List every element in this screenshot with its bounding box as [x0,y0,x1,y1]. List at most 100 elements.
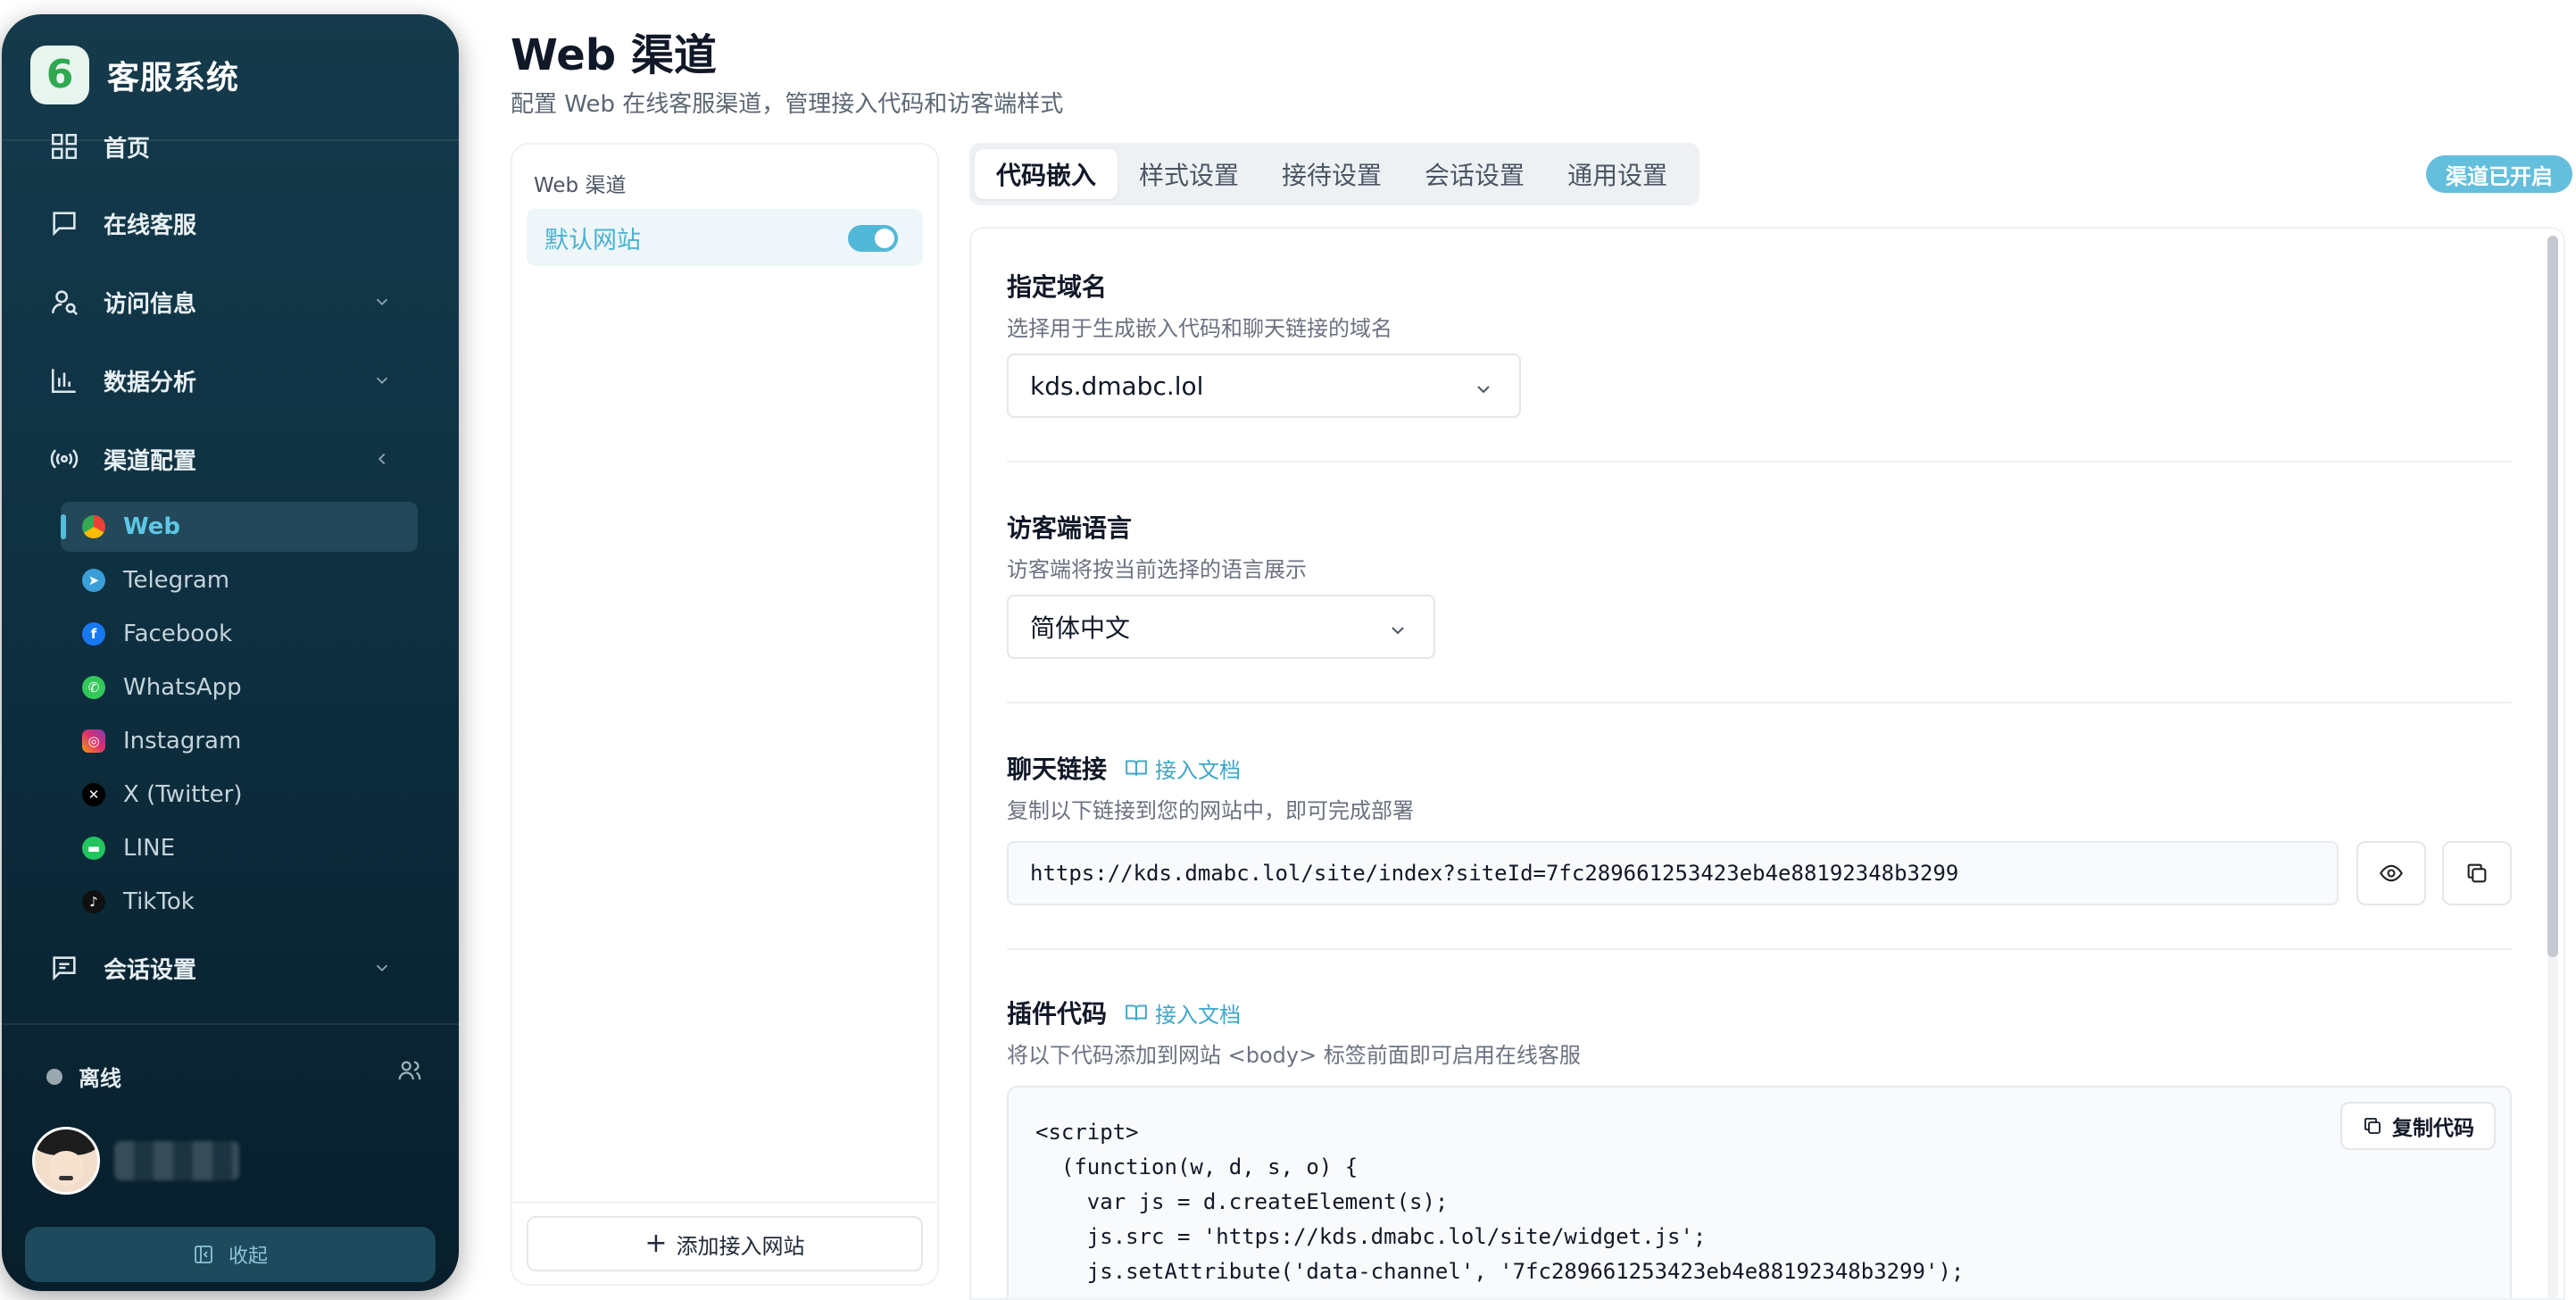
channel-label: Facebook [123,621,233,647]
site-list-panel: Web 渠道 默认网站 + 添加接入网站 [511,143,939,1286]
copy-icon [2364,1118,2381,1134]
language-section-desc: 访客端将按当前选择的语言展示 [1007,557,1307,582]
section-divider [1007,461,2512,462]
add-site-button[interactable]: + 添加接入网站 [527,1216,923,1271]
channel-item-tiktok[interactable]: ♪ TikTok [61,877,418,927]
message-lines-icon [46,950,82,986]
chrome-icon [82,515,105,538]
domain-section-title: 指定域名 [1007,268,1107,304]
plugin-code-section-desc: 将以下代码添加到网站 <body> 标签前面即可启用在线客服 [1007,1043,1581,1068]
line-icon: ▬ [82,837,105,860]
domain-select[interactable]: kds.dmabc.lol [1007,354,1521,418]
nav-item-visitor[interactable]: 访问信息 [2,271,459,332]
domain-section-desc: 选择用于生成嵌入代码和聊天链接的域名 [1007,316,1392,341]
doc-link-label: 接入文档 [1155,757,1242,783]
chevron-down-icon [370,289,395,314]
whatsapp-icon: ✆ [82,676,105,699]
chat-link-section-desc: 复制以下链接到您的网站中，即可完成部署 [1007,798,1414,823]
site-panel-divider [512,1202,937,1204]
add-site-label: 添加接入网站 [676,1233,805,1259]
collapse-label: 收起 [228,1246,268,1268]
domain-select-value: kds.dmabc.lol [1030,371,1204,401]
tab-code-embed[interactable]: 代码嵌入 [975,149,1118,199]
channel-item-whatsapp[interactable]: ✆ WhatsApp [61,662,418,712]
channel-label: Telegram [123,567,230,594]
channel-label: Web [123,513,180,540]
instagram-icon: ◎ [82,729,105,753]
bar-chart-icon [46,362,82,398]
channel-label: Instagram [123,728,242,754]
sidebar-divider [2,1023,459,1025]
language-section-title: 访客端语言 [1007,509,1132,545]
collapse-sidebar-button[interactable]: 收起 [25,1227,436,1282]
chat-link-title-text: 聊天链接 [1007,754,1108,784]
avatar[interactable] [32,1127,100,1195]
nav-item-session[interactable]: 会话设置 [2,938,459,998]
copy-link-button[interactable] [2442,841,2512,905]
site-panel-title: Web 渠道 [534,174,627,197]
book-icon [1126,760,1147,776]
tab-reception[interactable]: 接待设置 [1260,149,1403,199]
code-embed-panel: 指定域名 选择用于生成嵌入代码和聊天链接的域名 kds.dmabc.lol 访客… [969,227,2565,1300]
copy-icon [2467,863,2487,883]
tab-session[interactable]: 会话设置 [1403,149,1546,199]
plugin-code-doc-link[interactable]: 接入文档 [1125,997,1241,1029]
brand[interactable]: 6 客服系统 [30,41,239,109]
language-select[interactable]: 简体中文 [1007,595,1435,659]
status-dot [46,1068,62,1085]
site-enabled-toggle[interactable] [848,225,898,252]
tiktok-icon: ♪ [82,890,105,913]
nav-item-channels[interactable]: 渠道配置 [2,429,459,489]
code-line: var js = d.createElement(s); [1035,1189,1449,1214]
settings-tabs: 代码嵌入 样式设置 接待设置 会话设置 通用设置 [969,143,1699,205]
page-subtitle: 配置 Web 在线客服渠道，管理接入代码和访客端样式 [511,91,1064,118]
logo-glyph: 6 [46,52,74,97]
channel-item-x[interactable]: ✕ X (Twitter) [61,770,418,820]
chat-link-section-title: 聊天链接 接入文档 [1007,750,1241,786]
channel-label: X (Twitter) [123,781,243,808]
user-status[interactable]: 离线 [46,1061,121,1092]
telegram-icon: ➤ [82,569,105,592]
copy-code-button[interactable]: 复制代码 [2340,1102,2496,1150]
plugin-code-block[interactable]: 复制代码 <script> (function(w, d, s, o) { va… [1007,1086,2512,1298]
scrollbar[interactable] [2547,236,2558,1298]
channel-item-instagram[interactable]: ◎ Instagram [61,716,418,766]
nav-label: 首页 [104,135,151,162]
channel-item-facebook[interactable]: f Facebook [61,609,418,659]
nav-item-analytics[interactable]: 数据分析 [2,350,459,411]
channel-item-telegram[interactable]: ➤ Telegram [61,555,418,605]
domain-title-text: 指定域名 [1007,272,1108,302]
user-name-redacted [114,1141,239,1180]
site-item-label: 默认网站 [544,226,641,254]
nav-item-online[interactable]: 在线客服 [2,193,459,254]
code-line: js.setAttribute('data-channel', '7fc2896… [1035,1259,1965,1284]
language-title-text: 访客端语言 [1007,513,1133,543]
chat-link-doc-link[interactable]: 接入文档 [1125,753,1241,784]
team-icon[interactable] [396,1057,425,1086]
plugin-code-section-title: 插件代码 接入文档 [1007,995,1241,1030]
channel-label: WhatsApp [123,674,242,701]
channel-label: LINE [123,835,176,862]
preview-link-button[interactable] [2356,841,2426,905]
tab-general[interactable]: 通用设置 [1546,149,1689,199]
channel-item-line[interactable]: ▬ LINE [61,823,418,873]
code-line: js.src = 'https://kds.dmabc.lol/site/wid… [1035,1224,1707,1249]
x-icon: ✕ [82,783,105,806]
site-item-default[interactable]: 默认网站 [527,209,923,266]
copy-code-label: 复制代码 [2392,1117,2474,1140]
chat-link-field[interactable]: https://kds.dmabc.lol/site/index?siteId=… [1007,841,2339,905]
chevron-down-icon [1387,618,1408,639]
tab-style[interactable]: 样式设置 [1118,149,1260,199]
broadcast-icon [46,441,82,477]
eye-icon [2380,864,2403,882]
brand-title: 客服系统 [107,60,240,96]
code-line: <script> [1035,1120,1139,1145]
scrollbar-thumb[interactable] [2547,236,2558,957]
grid-icon [46,129,82,164]
nav-item-home[interactable]: 首页 [2,116,459,177]
channel-item-web[interactable]: Web [61,502,418,552]
chat-icon [46,205,82,241]
chevron-down-icon [370,955,395,980]
channel-status-badge: 渠道已开启 [2426,155,2572,193]
language-select-value: 简体中文 [1030,613,1131,643]
